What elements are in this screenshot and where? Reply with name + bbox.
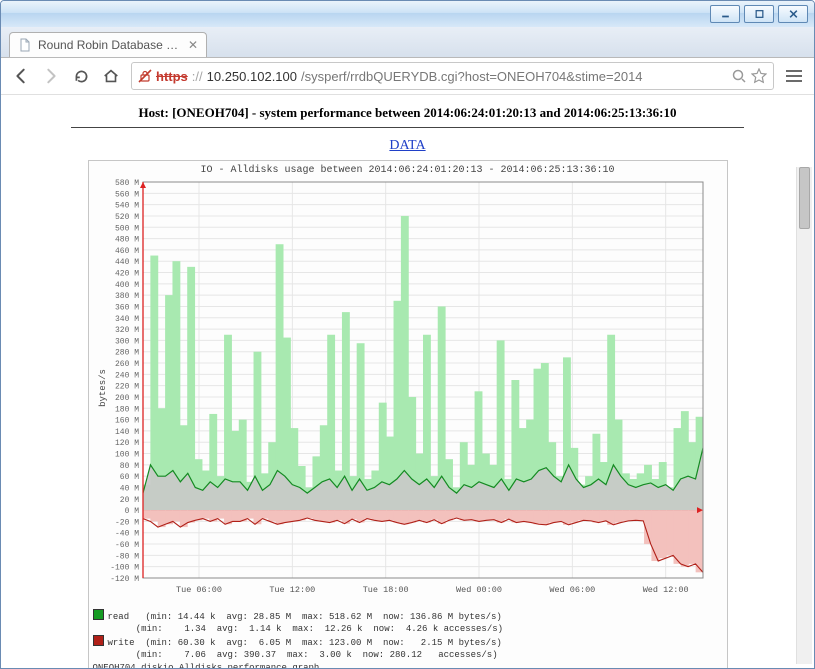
- url-scheme: https: [156, 69, 188, 84]
- svg-text:500 M: 500 M: [114, 224, 138, 233]
- svg-text:300 M: 300 M: [114, 337, 138, 346]
- svg-text:560 M: 560 M: [114, 190, 138, 199]
- svg-text:-80 M: -80 M: [114, 552, 138, 561]
- svg-text:200 M: 200 M: [114, 394, 138, 403]
- svg-text:280 M: 280 M: [114, 349, 138, 358]
- close-tab-icon[interactable]: ✕: [188, 39, 198, 51]
- browser-toolbar: https :// 10.250.102.100 /sysperf/rrdbQU…: [1, 58, 814, 95]
- svg-text:Tue 12:00: Tue 12:00: [269, 585, 315, 595]
- scrollbar-thumb[interactable]: [799, 167, 810, 229]
- svg-text:220 M: 220 M: [114, 383, 138, 392]
- ssl-warning-icon: [138, 69, 152, 83]
- svg-text:-60 M: -60 M: [114, 541, 138, 550]
- data-link[interactable]: DATA: [31, 138, 784, 154]
- chart-container: IO - Alldisks usage between 2014:06:24:0…: [88, 160, 728, 668]
- svg-text:420 M: 420 M: [114, 270, 138, 279]
- legend-footer: ONEOH704 diskio Alldisks performance gra…: [93, 663, 320, 668]
- svg-text:400 M: 400 M: [114, 281, 138, 290]
- browser-tab[interactable]: Round Robin Database Qu ✕: [9, 32, 207, 57]
- chart-frame: IO - Alldisks usage between 2014:06:24:0…: [88, 160, 728, 668]
- menu-button[interactable]: [784, 66, 804, 86]
- os-titlebar: [1, 1, 814, 27]
- maximize-button[interactable]: [744, 5, 774, 23]
- svg-text:480 M: 480 M: [114, 236, 138, 245]
- page-title: Host: [ONEOH704] - system performance be…: [31, 105, 784, 121]
- page-content: Host: [ONEOH704] - system performance be…: [1, 95, 814, 668]
- chart-legend: read (min: 14.44 k avg: 28.85 M max: 518…: [93, 609, 723, 668]
- legend-read-label: read: [108, 612, 146, 622]
- back-button[interactable]: [11, 66, 31, 86]
- reload-button[interactable]: [71, 66, 91, 86]
- vertical-scrollbar[interactable]: [796, 167, 812, 664]
- home-button[interactable]: [101, 66, 121, 86]
- svg-text:Tue 18:00: Tue 18:00: [362, 585, 408, 595]
- svg-text:260 M: 260 M: [114, 360, 138, 369]
- page-icon: [18, 38, 32, 52]
- bookmark-star-icon[interactable]: [751, 68, 767, 84]
- legend-write-label: write: [108, 638, 146, 648]
- svg-text:140 M: 140 M: [114, 428, 138, 437]
- forward-button[interactable]: [41, 66, 61, 86]
- legend-swatch-read: [93, 609, 104, 620]
- hamburger-icon: [786, 70, 802, 82]
- svg-text:580 M: 580 M: [114, 179, 138, 188]
- svg-text:Wed 12:00: Wed 12:00: [642, 585, 688, 595]
- minimize-button[interactable]: [710, 5, 740, 23]
- svg-text:60 M: 60 M: [119, 473, 138, 482]
- svg-text:120 M: 120 M: [114, 439, 138, 448]
- svg-text:440 M: 440 M: [114, 258, 138, 267]
- svg-text:320 M: 320 M: [114, 326, 138, 335]
- svg-text:40 M: 40 M: [119, 484, 138, 493]
- svg-text:20 M: 20 M: [119, 496, 138, 505]
- tab-strip: Round Robin Database Qu ✕: [1, 27, 814, 58]
- svg-text:340 M: 340 M: [114, 315, 138, 324]
- tab-title: Round Robin Database Qu: [38, 38, 182, 52]
- svg-text:-20 M: -20 M: [114, 518, 138, 527]
- svg-text:80 M: 80 M: [119, 462, 138, 471]
- url-host: 10.250.102.100: [207, 69, 297, 84]
- svg-text:360 M: 360 M: [114, 303, 138, 312]
- svg-text:Tue 06:00: Tue 06:00: [176, 585, 222, 595]
- svg-text:540 M: 540 M: [114, 202, 138, 211]
- svg-text:100 M: 100 M: [114, 451, 138, 460]
- svg-text:bytes/s: bytes/s: [98, 369, 108, 407]
- svg-text:0 M: 0 M: [124, 507, 139, 516]
- url-input[interactable]: https :// 10.250.102.100 /sysperf/rrdbQU…: [131, 62, 774, 90]
- chart-plot: 580 M 560 M 540 M 520 M 500 M 480 M 460 M 440 M…: [93, 178, 721, 598]
- svg-text:240 M: 240 M: [114, 371, 138, 380]
- svg-text:380 M: 380 M: [114, 292, 138, 301]
- svg-text:180 M: 180 M: [114, 405, 138, 414]
- url-path: /sysperf/rrdbQUERYDB.cgi?host=ONEOH704&s…: [301, 69, 643, 84]
- svg-text:-120 M: -120 M: [110, 575, 139, 584]
- page-viewport[interactable]: Host: [ONEOH704] - system performance be…: [1, 95, 814, 668]
- url-sep: ://: [192, 69, 203, 84]
- svg-text:Wed 06:00: Wed 06:00: [549, 585, 595, 595]
- svg-text:460 M: 460 M: [114, 247, 138, 256]
- svg-text:-40 M: -40 M: [114, 530, 138, 539]
- legend-swatch-write: [93, 635, 104, 646]
- svg-text:-100 M: -100 M: [110, 564, 139, 573]
- svg-text:160 M: 160 M: [114, 417, 138, 426]
- chart-title: IO - Alldisks usage between 2014:06:24:0…: [93, 165, 723, 176]
- divider: [71, 127, 744, 128]
- svg-text:Wed 00:00: Wed 00:00: [456, 585, 502, 595]
- svg-text:520 M: 520 M: [114, 213, 138, 222]
- browser-window: Round Robin Database Qu ✕ https :// 10.2…: [0, 0, 815, 669]
- search-icon: [731, 68, 747, 84]
- close-button[interactable]: [778, 5, 808, 23]
